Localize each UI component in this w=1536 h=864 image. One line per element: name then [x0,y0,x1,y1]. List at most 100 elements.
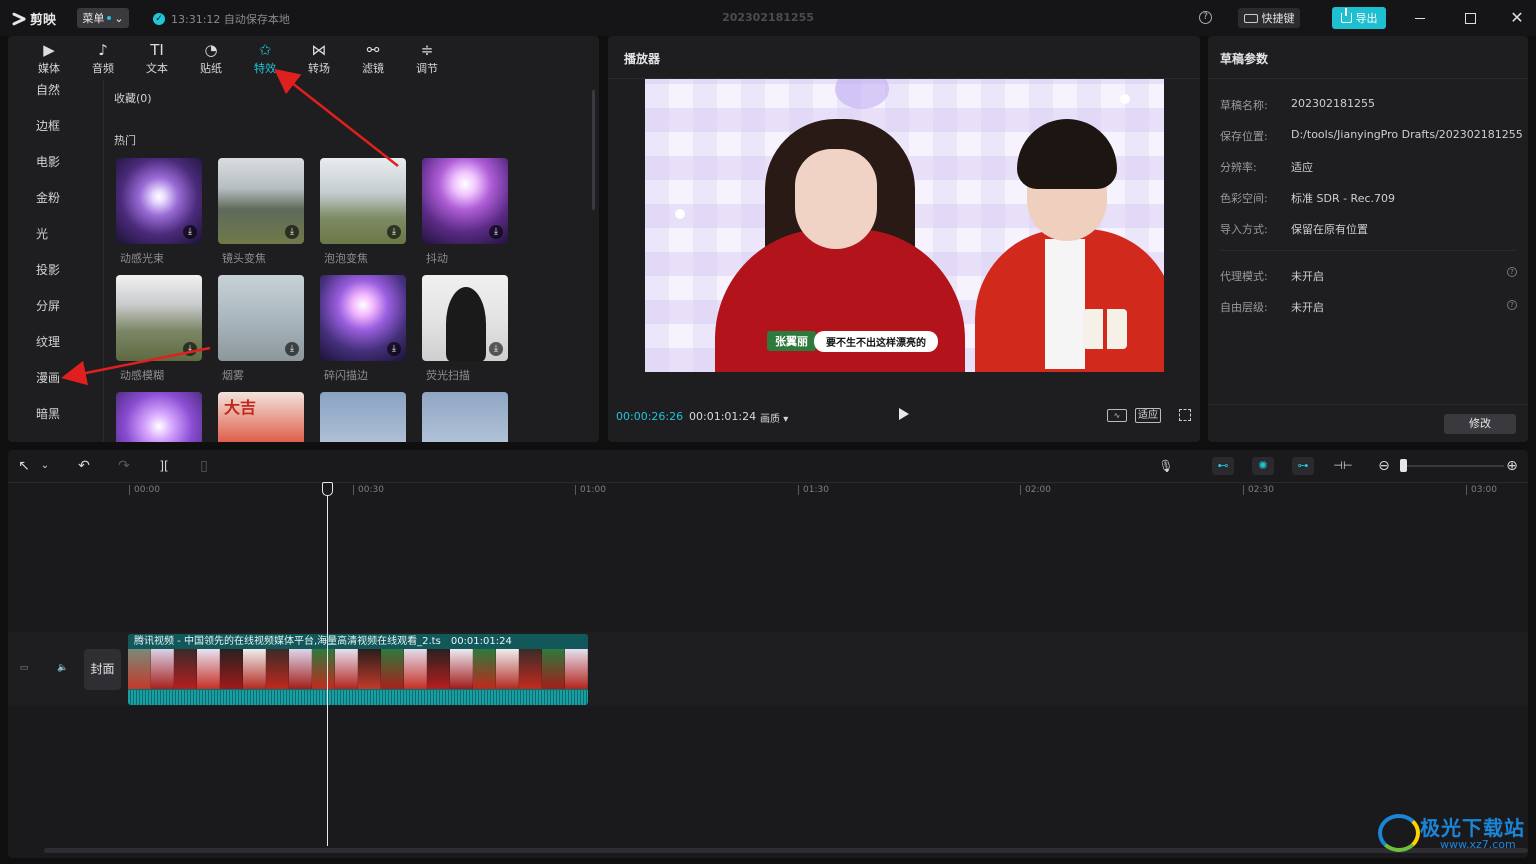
modify-button[interactable]: 修改 [1444,414,1516,434]
quality-label: 画质 [760,414,780,425]
effect-label: 抖动 [426,252,448,265]
effects-scrollbar[interactable] [592,90,595,210]
close-button[interactable]: ✕ [1509,10,1525,26]
minimize-button[interactable] [1412,10,1428,26]
timeline-toolbar: ↖ ⌄ ↶ ↷ ][ ▯ 🎙 ⊷ ✺ ⊶ ⊣⊢ ⊖ ⊕ [8,450,1528,482]
tab-label: 贴纸 [200,62,222,75]
maximize-button[interactable] [1462,10,1478,26]
sidebar-item-projection[interactable]: 投影 [8,252,103,288]
param-key: 草稿名称: [1220,99,1268,112]
sidebar-item-nature[interactable]: 自然 [8,72,103,108]
download-icon[interactable]: ⤓ [387,342,401,356]
tab-label: 文本 [146,62,168,75]
effect-card[interactable]: ⤓ 烟雾 [218,275,304,383]
effect-thumbnail: ⤓ [422,275,508,361]
ruler-tick: 01:30 [798,485,829,495]
effect-thumbnail [116,392,202,442]
param-key: 代理模式: [1220,270,1268,283]
play-icon[interactable] [899,408,909,420]
time-ruler[interactable]: 00:00 00:30 01:00 01:30 02:00 02:30 03:0… [8,482,1528,498]
zoom-slider-knob[interactable] [1400,459,1407,472]
auto-link-icon[interactable]: ✺ [1252,457,1274,475]
quality-dropdown[interactable]: 画质 ▾ [760,410,788,425]
select-cursor-icon[interactable]: ↖ [17,458,31,474]
param-row: 保存位置: D:/tools/JianyingPro Drafts/2023021… [1220,128,1523,144]
tab-text[interactable]: TI 文本 [130,36,184,80]
caption-name: 张翼丽 [767,331,816,351]
download-icon[interactable]: ⤓ [285,225,299,239]
align-icon[interactable]: ⊣⊢ [1332,458,1354,474]
clip-audio-waveform [128,690,588,705]
download-icon[interactable]: ⤓ [387,225,401,239]
effect-card[interactable]: ⤓ 动感模糊 [116,275,202,383]
tab-sticker[interactable]: ◔ 贴纸 [184,36,238,80]
sidebar-item-gold-dust[interactable]: 金粉 [8,180,103,216]
effect-card[interactable]: ⤓ 碎闪描边 [320,275,406,383]
clip-duration: 00:01:01:24 [450,636,512,647]
export-button[interactable]: 导出 [1332,7,1386,29]
playhead-handle[interactable] [322,482,333,496]
playhead-line[interactable] [327,488,328,846]
download-icon[interactable]: ⤓ [183,225,197,239]
download-icon[interactable]: ⤓ [183,342,197,356]
effect-card[interactable]: 大吉 [218,392,304,442]
effect-card[interactable]: ⤓ 镜头变焦 [218,158,304,266]
track-audio-icon[interactable]: 🔈 [57,662,69,674]
info-icon[interactable]: ? [1507,300,1517,310]
cover-button[interactable]: 封面 [84,649,121,690]
download-icon[interactable]: ⤓ [489,225,503,239]
timeline-scrollbar[interactable] [44,848,1528,853]
sidebar-item-comic[interactable]: 漫画 [8,360,103,396]
sidebar-item-light[interactable]: 光 [8,216,103,252]
fit-ratio-button[interactable]: 适应 [1135,408,1161,423]
sidebar-item-texture[interactable]: 纹理 [8,324,103,360]
effect-label: 荧光扫描 [426,369,470,382]
shortcut-button[interactable]: 快捷键 [1238,8,1300,28]
effect-card[interactable] [422,392,508,442]
effect-card[interactable]: ⤓ 动感光束 [116,158,202,266]
effect-card[interactable]: ⤓ 泡泡变焦 [320,158,406,266]
param-value: 未开启 [1291,301,1324,314]
sidebar-item-split-screen[interactable]: 分屏 [8,288,103,324]
effect-card[interactable]: ⤓ 荧光扫描 [422,275,508,383]
watermark-url: www.xz7.com [1440,838,1516,851]
hot-section-title: 热门 [114,134,136,147]
zoom-out-icon[interactable]: ⊖ [1376,458,1392,474]
video-clip[interactable]: 腾讯视频 - 中国领先的在线视频媒体平台,海量高清视频在线观看_2.ts 00:0… [128,634,588,705]
magnet-snap-icon[interactable]: ⊷ [1212,457,1234,475]
sidebar-item-dark[interactable]: 暗黑 [8,396,103,432]
fullscreen-icon[interactable] [1179,409,1191,421]
tab-effects[interactable]: ✩ 特效 [238,36,292,80]
sticker-icon: ◔ [204,41,218,59]
param-value: D:/tools/JianyingPro Drafts/202302181255 [1291,128,1523,141]
help-icon[interactable]: ? [1199,11,1212,24]
info-icon[interactable]: ? [1507,267,1517,277]
effect-card[interactable] [320,392,406,442]
tab-filter[interactable]: ⚯ 滤镜 [346,36,400,80]
shortcut-label: 快捷键 [1261,12,1295,25]
man-hair [1017,119,1117,189]
download-icon[interactable]: ⤓ [489,342,503,356]
sidebar-item-border[interactable]: 边框 [8,108,103,144]
waveform-icon[interactable]: ∿ [1107,409,1127,422]
media-icon: ▶ [43,41,55,59]
param-row: 代理模式: 未开启 [1220,268,1324,284]
zoom-in-icon[interactable]: ⊕ [1504,458,1520,474]
preview-axis-icon[interactable]: ⊶ [1292,457,1314,475]
split-icon[interactable]: ][ [156,458,172,474]
track-video-icon[interactable]: ▭ [18,662,30,674]
effect-card[interactable] [116,392,202,442]
tab-adjust[interactable]: ≑ 调节 [400,36,454,80]
download-icon[interactable]: ⤓ [285,342,299,356]
effect-card[interactable]: ⤓ 抖动 [422,158,508,266]
param-row: 分辨率: 适应 [1220,159,1313,175]
zoom-slider-track[interactable] [1406,465,1504,467]
video-preview[interactable]: 张翼丽 要不生不出这样漂亮的 [645,79,1164,372]
chevron-down-icon[interactable]: ⌄ [40,458,50,474]
param-key: 保存位置: [1220,130,1268,143]
sidebar-item-movie[interactable]: 电影 [8,144,103,180]
microphone-icon[interactable]: 🎙 [1158,458,1174,474]
undo-icon[interactable]: ↶ [76,458,92,474]
tab-transition[interactable]: ⋈ 转场 [292,36,346,80]
favorites-section[interactable]: 收藏(0) [114,90,594,106]
